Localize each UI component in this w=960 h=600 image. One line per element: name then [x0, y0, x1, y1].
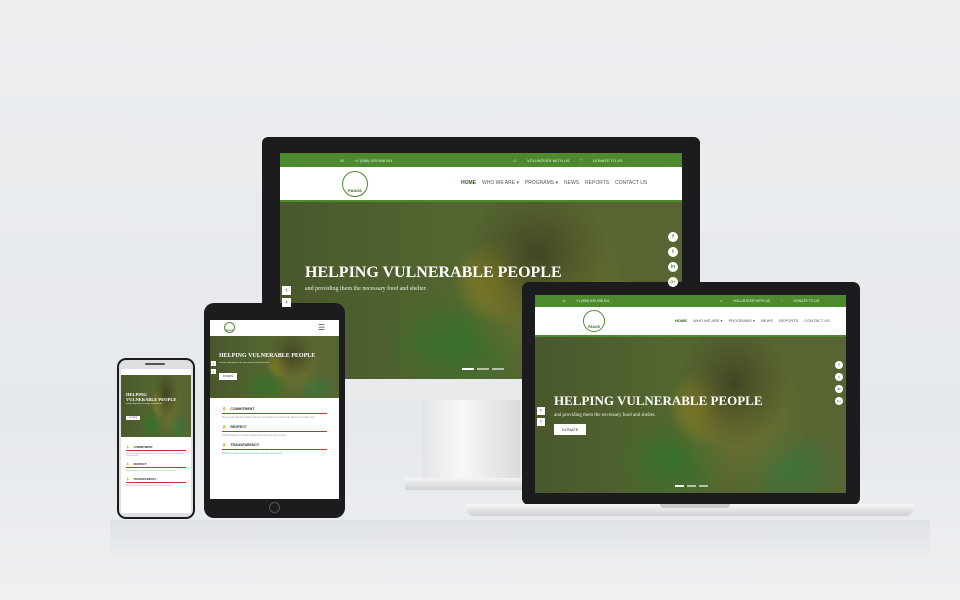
donate-button[interactable]: DONATE	[554, 424, 587, 435]
slider-arrows: ‹ ›	[537, 407, 545, 426]
hero-title: HELPING VULNERABLE PEOPLE	[305, 264, 562, 281]
prev-arrow[interactable]: ‹	[211, 361, 216, 366]
hero-title: HELPING VULNERABLE PEOPLE	[219, 353, 316, 359]
social-links: f t in G+	[835, 361, 843, 405]
navbar: PASOS HOME WHO WE ARE ▾ PROGRAMS ▾ NEWS …	[280, 167, 682, 202]
hero-title: HELPING VULNERABLE PEOPLE	[554, 393, 763, 408]
slider-arrows: ‹ ›	[282, 286, 291, 307]
prev-arrow[interactable]: ‹	[537, 407, 545, 415]
phone-number[interactable]: +1 (555) 629 698 541	[576, 299, 610, 303]
volunteer-link[interactable]: VOLUNTEER WITH US	[733, 299, 770, 303]
menu-contact[interactable]: CONTACT US	[804, 318, 830, 323]
googleplus-icon[interactable]: G+	[835, 397, 843, 405]
site-logo[interactable]: PASOS	[583, 310, 605, 332]
phone-icon: ☏	[339, 157, 345, 163]
phone-screen: HELPING VULNERABLE PEOPLE and providing …	[121, 369, 191, 513]
hands-icon: ✋	[126, 477, 130, 481]
donate-link[interactable]: DONATE TO US	[793, 299, 819, 303]
navbar: PASOS ☰	[210, 320, 339, 336]
hamburger-menu-icon[interactable]: ☰	[318, 323, 325, 332]
phone-number[interactable]: +1 (555) 629 698 541	[354, 158, 392, 163]
menu-who-we-are[interactable]: WHO WE ARE ▾	[693, 318, 723, 323]
phone-icon: ☏	[561, 299, 567, 303]
menu-home[interactable]: HOME	[461, 180, 476, 186]
slider-arrows: ‹ ›	[211, 361, 216, 374]
linkedin-icon[interactable]: in	[835, 385, 843, 393]
hero-banner: HELPING VULNERABLE PEOPLE and providing …	[121, 375, 191, 437]
value-respect: ✋ RESPECT PASOS believes in human dignity…	[126, 462, 186, 472]
hands-icon: ✋	[222, 443, 227, 447]
person-icon: ☺	[512, 157, 517, 163]
menu-news[interactable]: NEWS	[761, 318, 773, 323]
person-icon: ☺	[719, 299, 724, 303]
hero-subtitle: and providing them the necessary food an…	[554, 413, 656, 418]
site-logo[interactable]: PASOS	[342, 171, 368, 197]
menu-home[interactable]: HOME	[675, 318, 687, 323]
value-commitment: ✋ COMMITMENT We are committed to working …	[126, 445, 186, 457]
menu-reports[interactable]: REPORTS	[585, 180, 609, 186]
main-menu: HOME WHO WE ARE ▾ PROGRAMS ▾ NEWS REPORT…	[461, 180, 647, 186]
hands-icon: ✋	[222, 425, 227, 429]
values-section: ✋ COMMITMENT We are committed to working …	[210, 398, 339, 455]
linkedin-icon[interactable]: in	[668, 262, 678, 272]
menu-reports[interactable]: REPORTS	[779, 318, 798, 323]
facebook-icon[interactable]: f	[835, 361, 843, 369]
menu-contact[interactable]: CONTACT US	[615, 180, 647, 186]
social-links: f t in G+	[668, 232, 678, 287]
next-arrow[interactable]: ›	[537, 418, 545, 426]
volunteer-link[interactable]: VOLUNTEER WITH US	[527, 158, 569, 163]
twitter-icon[interactable]: t	[668, 247, 678, 257]
menu-programs[interactable]: PROGRAMS ▾	[525, 180, 558, 186]
facebook-icon[interactable]: f	[668, 232, 678, 242]
hero-banner: HELPING VULNERABLE PEOPLE and providing …	[535, 337, 846, 493]
menu-programs[interactable]: PROGRAMS ▾	[729, 318, 755, 323]
value-commitment: ✋ COMMITMENT We are committed to working …	[222, 407, 327, 419]
hero-subtitle: and providing them the necessary food an…	[219, 361, 270, 364]
topbar: ☏ +1 (555) 629 698 541 ☺ VOLUNTEER WITH …	[280, 153, 682, 167]
menu-who-we-are[interactable]: WHO WE ARE ▾	[482, 180, 519, 186]
tablet-home-button[interactable]	[269, 502, 280, 513]
slider-dots	[675, 485, 708, 487]
monitor-base	[405, 478, 533, 490]
next-arrow[interactable]: ›	[282, 298, 291, 307]
donate-link[interactable]: DONATE TO US	[593, 158, 623, 163]
hero-banner: HELPING VULNERABLE PEOPLE and providing …	[210, 336, 339, 398]
values-section: ✋ COMMITMENT We are committed to working …	[121, 437, 191, 487]
laptop-notch	[660, 504, 730, 508]
hands-icon: ✋	[126, 445, 130, 449]
next-arrow[interactable]: ›	[211, 369, 216, 374]
slider-dots	[462, 368, 504, 370]
main-menu: HOME WHO WE ARE ▾ PROGRAMS ▾ NEWS REPORT…	[675, 318, 830, 323]
phone-speaker	[145, 363, 165, 365]
hero-subtitle: and providing them the necessary food an…	[305, 286, 427, 292]
floor-reflection	[110, 520, 930, 560]
site-logo[interactable]: PASOS	[224, 322, 235, 333]
hero-title: HELPING VULNERABLE PEOPLE	[126, 392, 177, 402]
monitor-stand	[422, 395, 520, 480]
heart-hand-icon: ♡	[780, 299, 784, 303]
donate-button[interactable]: DONATE	[219, 373, 238, 380]
heart-hand-icon: ♡	[579, 157, 583, 163]
twitter-icon[interactable]: t	[835, 373, 843, 381]
laptop-screen: ☏ +1 (555) 629 698 541 ☺ VOLUNTEER WITH …	[535, 295, 846, 493]
navbar: PASOS HOME WHO WE ARE ▾ PROGRAMS ▾ NEWS …	[535, 307, 846, 337]
topbar: ☏ +1 (555) 629 698 541 ☺ VOLUNTEER WITH …	[535, 295, 846, 307]
prev-arrow[interactable]: ‹	[282, 286, 291, 295]
menu-news[interactable]: NEWS	[564, 180, 579, 186]
hero-subtitle: and providing them the necessary food an…	[126, 403, 163, 406]
value-transparency: ✋ TRANSPARENCY PASOS strives to be clear …	[126, 477, 186, 487]
tablet-screen: PASOS ☰ HELPING VULNERABLE PEOPLE and pr…	[210, 320, 339, 499]
donate-button[interactable]: DONATE	[126, 416, 141, 421]
value-respect: ✋ RESPECT PASOS believes in human dignity…	[222, 425, 327, 437]
hands-icon: ✋	[222, 407, 227, 411]
value-transparency: ✋ TRANSPARENCY PASOS strives to be clear …	[222, 443, 327, 455]
hands-icon: ✋	[126, 462, 130, 466]
googleplus-icon[interactable]: G+	[668, 277, 678, 287]
